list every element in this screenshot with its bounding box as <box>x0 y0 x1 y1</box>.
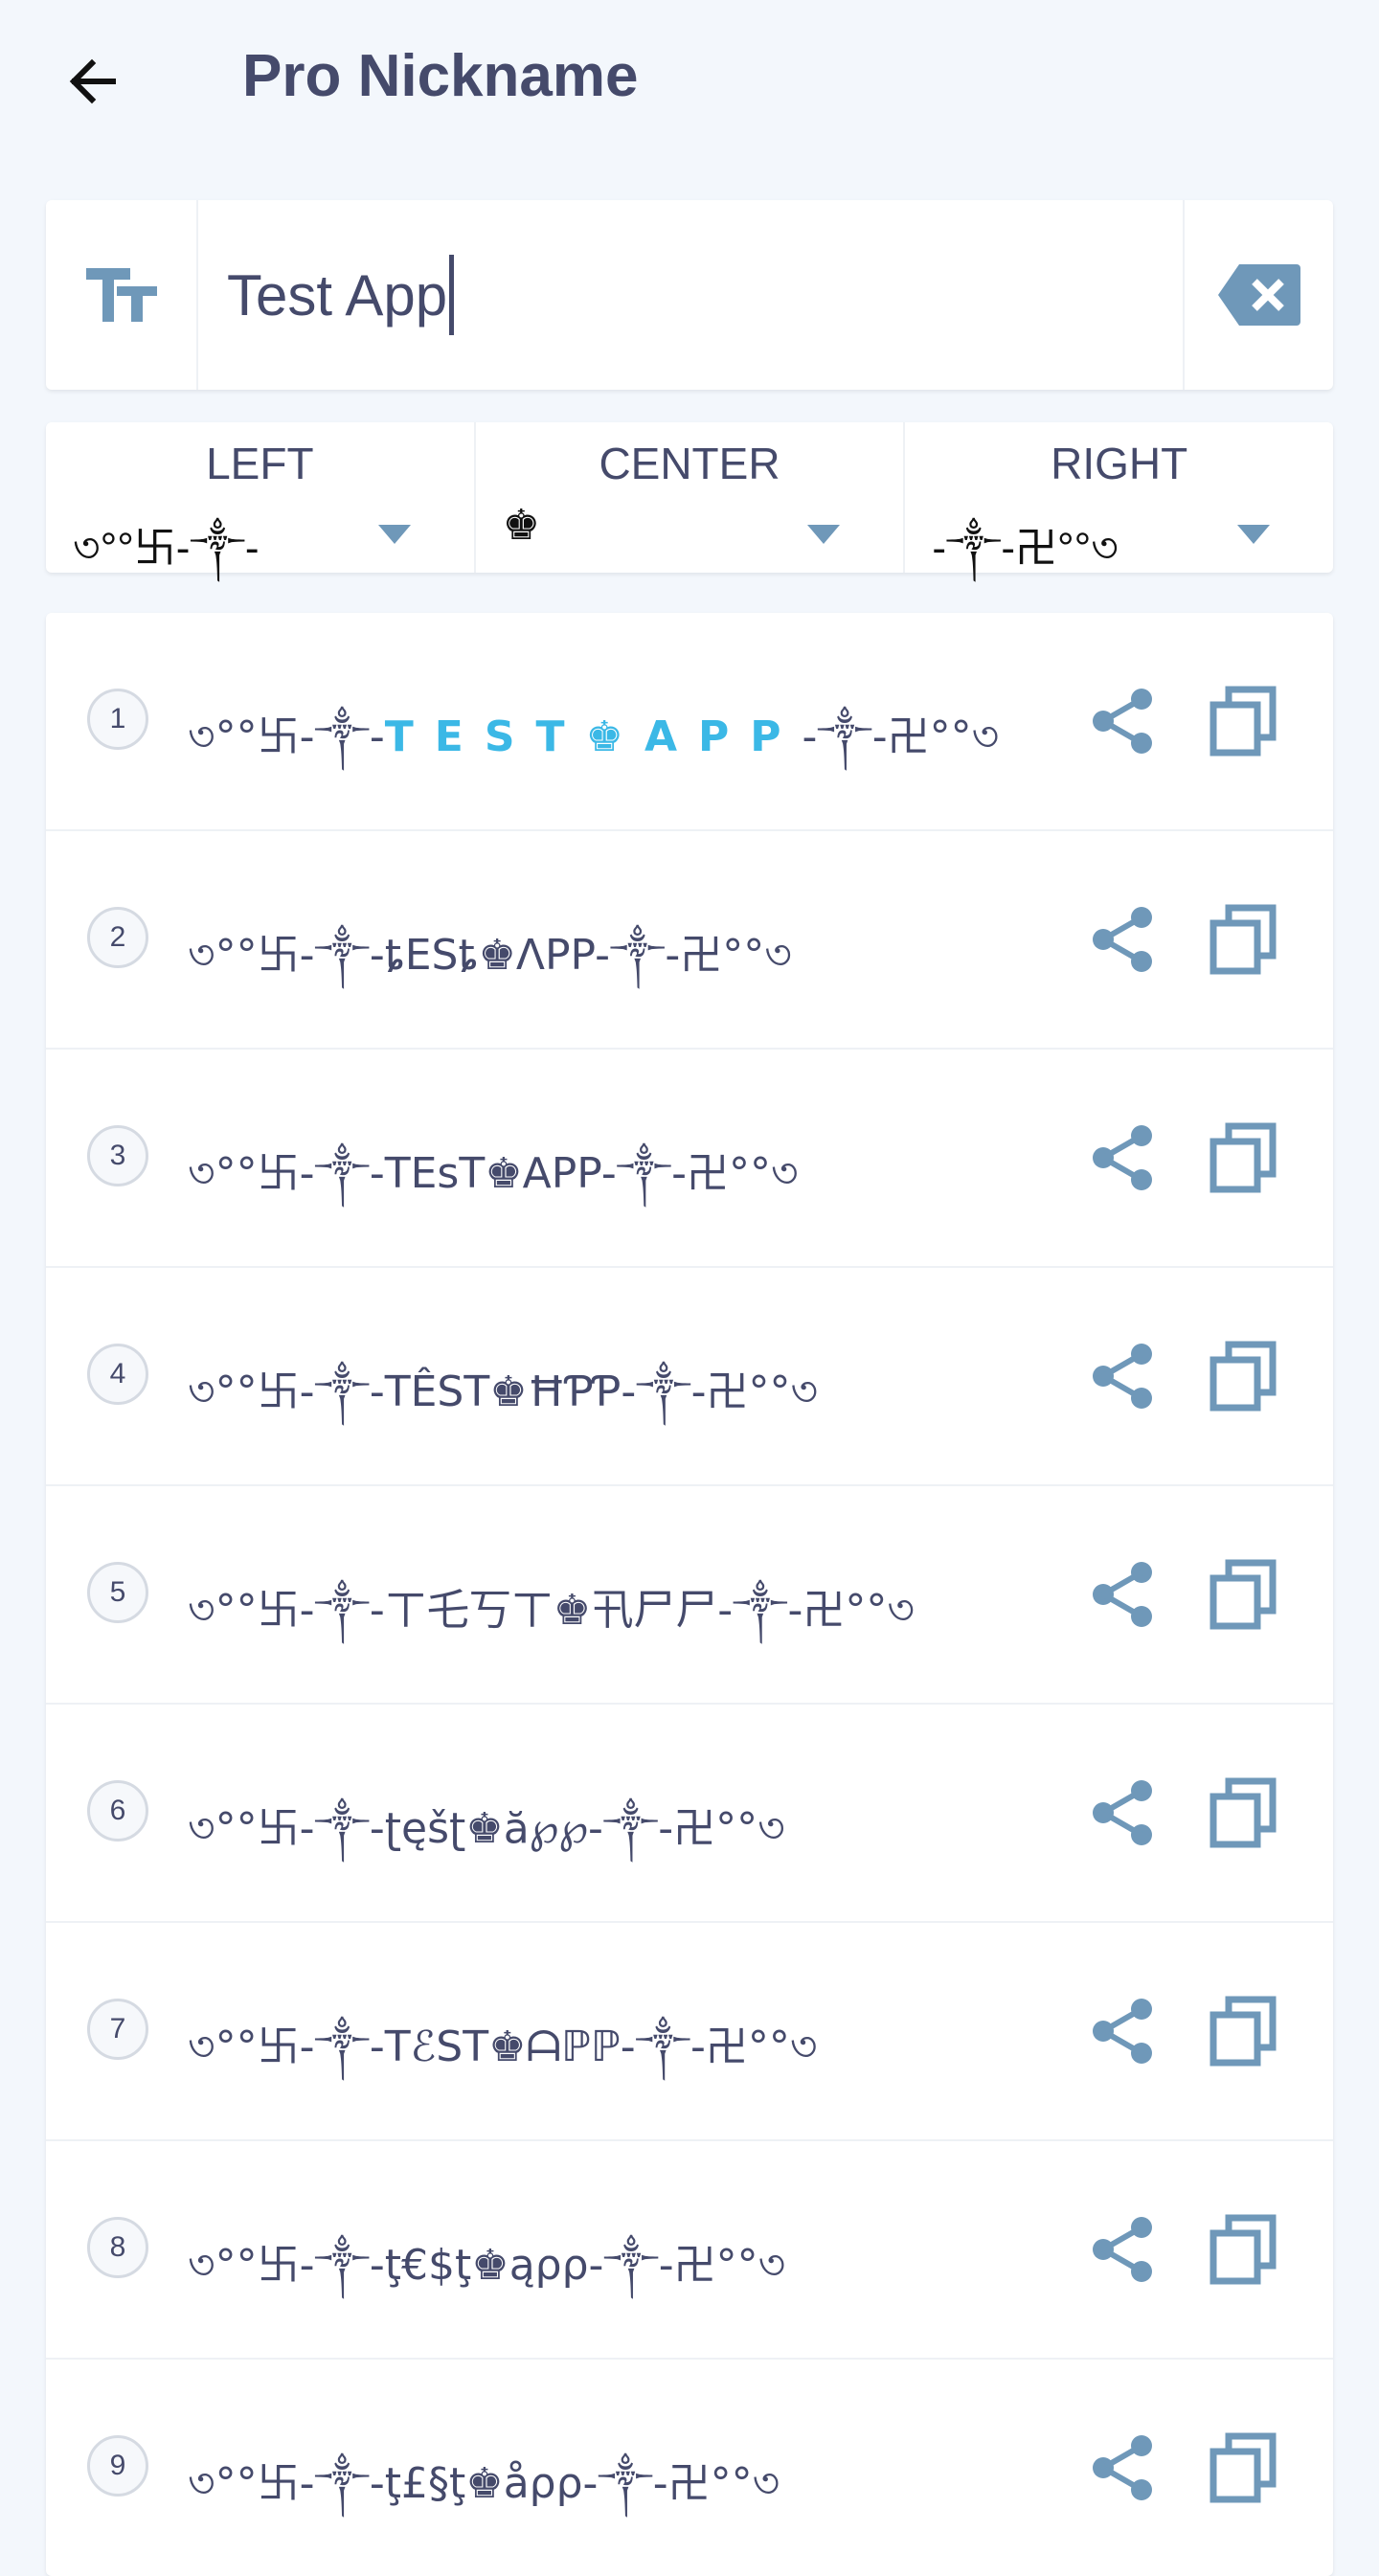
nickname-prefix: ৩°°卐-༒- <box>188 712 385 761</box>
nickname-row[interactable]: 7 ৩°°卐-༒-TℰST♚ᗩℙℙ-༒-卍°°৩ <box>46 1923 1333 2141</box>
nickname-core: TÊST♚ĦƤƤ <box>384 1367 622 1416</box>
nickname-suffix: -༒-卍°°৩ <box>588 1804 785 1853</box>
copy-icon[interactable] <box>1209 2214 1277 2285</box>
row-number: 4 <box>87 1344 148 1405</box>
nickname-prefix: ৩°°卐-༒- <box>188 2022 385 2071</box>
nickname-prefix: ৩°°卐-༒- <box>188 1149 385 1198</box>
nickname-core: ʈęšʈ♚ă℘℘ <box>384 1804 589 1853</box>
text-size-button[interactable] <box>46 200 198 390</box>
nickname-row[interactable]: 5 ৩°°卐-༒-ㄒ乇丂ㄒ♚卂尸尸-༒-卍°°৩ <box>46 1486 1333 1705</box>
center-value: ♚ <box>502 502 541 549</box>
arrow-left-icon[interactable] <box>59 48 126 115</box>
nickname-row[interactable]: 6 ৩°°卐-༒-ʈęšʈ♚ă℘℘-༒-卍°°৩ <box>46 1705 1333 1923</box>
nickname-text[interactable]: ৩°°卐-༒-ţ£§ţ♚åρρ-༒-卍°°৩ <box>188 2436 780 2555</box>
nickname-row[interactable]: 3 ৩°°卐-༒-TEsT♚APP-༒-卍°°৩ <box>46 1050 1333 1268</box>
copy-icon[interactable] <box>1209 1996 1277 2067</box>
nickname-text[interactable]: ৩°°卐-༒-TℰST♚ᗩℙℙ-༒-卍°°৩ <box>188 2000 818 2118</box>
row-number: 1 <box>87 689 148 750</box>
copy-icon[interactable] <box>1209 1777 1277 1848</box>
left-label: LEFT <box>206 439 314 488</box>
nickname-core: ţ€$ţ♚ąρρ <box>384 2241 589 2290</box>
copy-icon[interactable] <box>1209 1341 1277 1412</box>
nickname-suffix: -༒-卍°°৩ <box>595 931 792 980</box>
nickname-suffix: -༒-卍°°৩ <box>621 1367 819 1416</box>
row-number: 6 <box>87 1780 148 1842</box>
nickname-row[interactable]: 2 ৩°°卐-༒-ȶΕSȶ♚ΛPP-༒-卍°°৩ <box>46 831 1333 1050</box>
nickname-suffix: -༒-卍°°৩ <box>620 2022 818 2071</box>
nickname-text[interactable]: ৩°°卐-༒-TEsT♚APP-༒-卍°°৩ <box>188 1126 799 1245</box>
share-icon[interactable] <box>1090 1124 1157 1191</box>
text-caret <box>449 255 455 335</box>
right-value: -༒-卍°°৩ <box>932 525 1119 572</box>
left-value: ৩°°卐-༒- <box>73 525 260 572</box>
decoration-selectors: LEFT ৩°°卐-༒- CENTER ♚ RIGHT -༒-卍°°৩ <box>46 422 1333 573</box>
share-icon[interactable] <box>1090 688 1157 755</box>
nickname-results-list: 1 ৩°°卐-༒-TEST♚APP-༒-卍°°৩ 2 ৩°°卐-༒-ȶΕSȶ♚ΛPP-… <box>46 613 1333 2576</box>
nickname-core: TEsT♚APP <box>384 1149 601 1198</box>
nickname-core: TEST♚APP <box>384 712 803 761</box>
nickname-suffix: -༒-卍°°৩ <box>588 2241 786 2290</box>
nickname-prefix: ৩°°卐-༒- <box>188 931 385 980</box>
nickname-text[interactable]: ৩°°卐-༒-ʈęšʈ♚ă℘℘-༒-卍°°৩ <box>188 1781 785 1900</box>
row-number: 9 <box>87 2435 148 2497</box>
text-size-icon <box>85 268 157 322</box>
share-icon[interactable] <box>1090 2434 1157 2501</box>
chevron-down-icon <box>807 525 841 544</box>
nickname-prefix: ৩°°卐-༒- <box>188 1804 385 1853</box>
nickname-row[interactable]: 4 ৩°°卐-༒-TÊST♚ĦƤƤ-༒-卍°°৩ <box>46 1268 1333 1486</box>
nickname-row[interactable]: 1 ৩°°卐-༒-TEST♚APP-༒-卍°°৩ <box>46 613 1333 831</box>
row-number: 5 <box>87 1562 148 1623</box>
nickname-prefix: ৩°°卐-༒- <box>188 1367 385 1416</box>
app-header: Pro Nickname <box>0 0 1379 163</box>
nickname-core: ㄒ乇丂ㄒ♚卂尸尸 <box>384 1586 718 1635</box>
copy-icon[interactable] <box>1209 686 1277 757</box>
nickname-input-card: Test App <box>46 200 1333 390</box>
nickname-text[interactable]: ৩°°卐-༒-ȶΕSȶ♚ΛPP-༒-卍°°৩ <box>188 908 792 1027</box>
copy-icon[interactable] <box>1209 2432 1277 2503</box>
row-number: 7 <box>87 1999 148 2060</box>
copy-icon[interactable] <box>1209 1122 1277 1193</box>
share-icon[interactable] <box>1090 1561 1157 1628</box>
nickname-core: ȶΕSȶ♚ΛPP <box>384 931 596 980</box>
nickname-suffix: -༒-卍°°৩ <box>582 2459 780 2508</box>
chevron-down-icon <box>377 525 411 544</box>
nickname-text[interactable]: ৩°°卐-༒-TÊST♚ĦƤƤ-༒-卍°°৩ <box>188 1344 818 1463</box>
copy-icon[interactable] <box>1209 904 1277 975</box>
nickname-text[interactable]: ৩°°卐-༒-ţ€$ţ♚ąρρ-༒-卍°°৩ <box>188 2218 785 2337</box>
backspace-clear-icon <box>1217 264 1300 326</box>
nickname-suffix: -༒-卍°°৩ <box>600 1149 799 1198</box>
left-decoration-dropdown[interactable]: LEFT ৩°°卐-༒- <box>46 422 476 573</box>
share-icon[interactable] <box>1090 1343 1157 1410</box>
row-number: 2 <box>87 907 148 968</box>
nickname-text[interactable]: ৩°°卐-༒-TEST♚APP-༒-卍°°৩ <box>188 689 999 808</box>
share-icon[interactable] <box>1090 1998 1157 2065</box>
nickname-text[interactable]: ৩°°卐-༒-ㄒ乇丂ㄒ♚卂尸尸-༒-卍°°৩ <box>188 1563 915 1682</box>
nickname-row[interactable]: 8 ৩°°卐-༒-ţ€$ţ♚ąρρ-༒-卍°°৩ <box>46 2141 1333 2360</box>
copy-icon[interactable] <box>1209 1559 1277 1630</box>
nickname-row[interactable]: 9 ৩°°卐-༒-ţ£§ţ♚åρρ-༒-卍°°৩ <box>46 2360 1333 2576</box>
nickname-input[interactable]: Test App <box>198 200 1183 390</box>
share-icon[interactable] <box>1090 1779 1157 1846</box>
clear-input-button[interactable] <box>1183 200 1333 390</box>
right-label: RIGHT <box>1051 439 1188 488</box>
right-decoration-dropdown[interactable]: RIGHT -༒-卍°°৩ <box>905 422 1333 573</box>
nickname-input-value: Test App <box>227 262 448 328</box>
share-icon[interactable] <box>1090 906 1157 973</box>
chevron-down-icon <box>1237 525 1271 544</box>
share-icon[interactable] <box>1090 2216 1157 2283</box>
nickname-suffix: -༒-卍°°৩ <box>802 712 1000 761</box>
row-number: 3 <box>87 1125 148 1186</box>
nickname-core: ţ£§ţ♚åρρ <box>384 2459 583 2508</box>
center-decoration-dropdown[interactable]: CENTER ♚ <box>476 422 906 573</box>
nickname-prefix: ৩°°卐-༒- <box>188 2459 385 2508</box>
nickname-prefix: ৩°°卐-༒- <box>188 2241 385 2290</box>
page-title: Pro Nickname <box>242 43 639 109</box>
nickname-prefix: ৩°°卐-༒- <box>188 1586 385 1635</box>
row-number: 8 <box>87 2217 148 2278</box>
nickname-core: TℰST♚ᗩℙℙ <box>384 2022 621 2071</box>
center-label: CENTER <box>599 439 780 488</box>
nickname-suffix: -༒-卍°°৩ <box>717 1586 915 1635</box>
